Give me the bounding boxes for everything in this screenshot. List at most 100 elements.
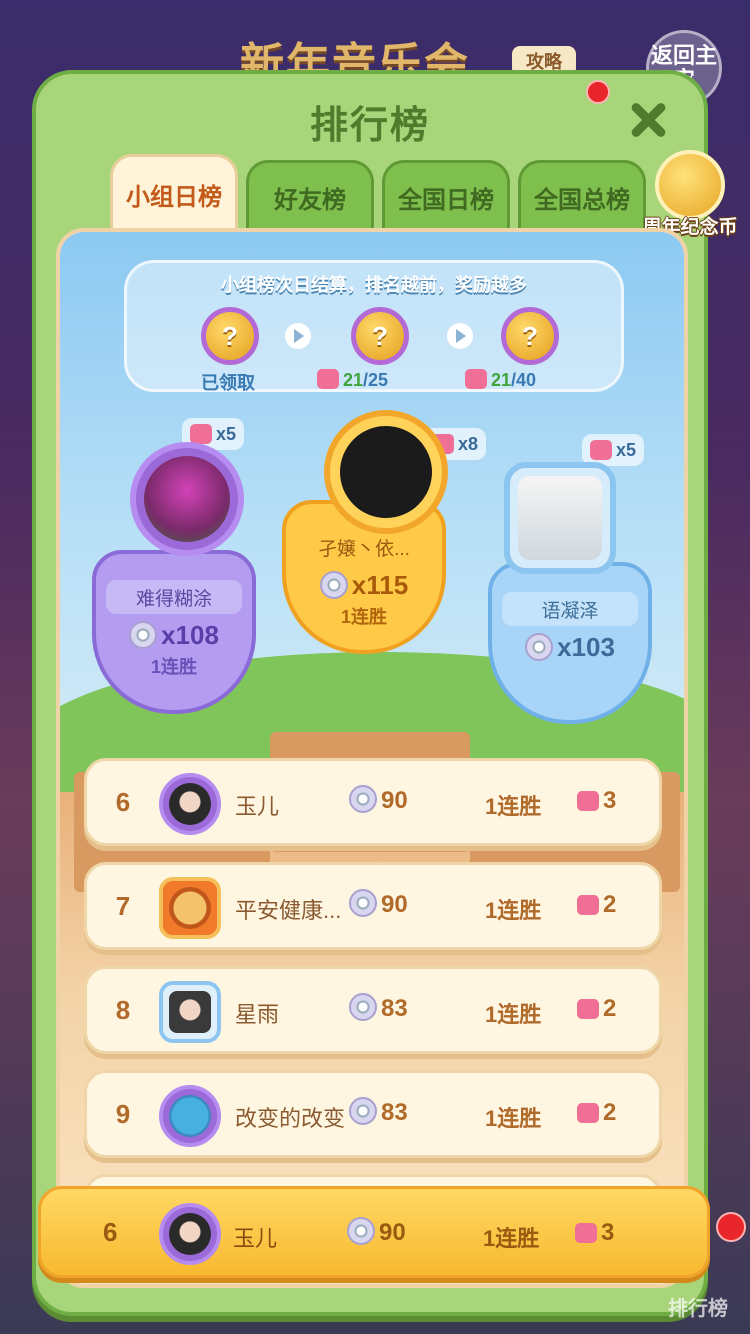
bonus-value: x5	[216, 423, 237, 444]
podium-third[interactable]: 语凝泽 x103	[488, 562, 652, 724]
podium-player-name: 孑嬢丶依...	[318, 538, 410, 560]
player-pieces: 2	[577, 891, 616, 919]
tab-national-total[interactable]: 全国总榜	[518, 160, 646, 232]
my-pieces: 3	[575, 1219, 614, 1247]
my-rank-number: 6	[103, 1217, 118, 1247]
avatar-image	[169, 991, 211, 1033]
disc-icon	[347, 1217, 375, 1245]
rank-row[interactable]: 9 改变的改变 83 1连胜 2	[84, 1070, 662, 1158]
bonus-value: x5	[616, 439, 637, 460]
puzzle-piece-icon	[317, 369, 339, 389]
score-value: x103	[557, 632, 615, 662]
score-value: 90	[381, 787, 408, 814]
avatar-image	[340, 426, 432, 518]
avatar-image	[144, 456, 230, 542]
leaderboard-panel: 小组榜次日结算，排名越前，奖励越多 ? ? ? 已领取 21/25 21/40 …	[56, 228, 688, 1288]
disc-icon	[349, 785, 377, 813]
bonus-value: x8	[458, 433, 479, 454]
player-pieces: 2	[577, 995, 616, 1023]
avatar-image	[169, 1095, 211, 1137]
reward-chest-icon[interactable]: ?	[351, 307, 409, 365]
avatar-image	[169, 783, 211, 825]
player-score: 83	[349, 993, 408, 1023]
disc-icon	[349, 1097, 377, 1125]
podium-streak: 1连胜	[150, 657, 197, 677]
player-streak: 1连胜	[485, 1106, 542, 1131]
score-value: x115	[351, 570, 409, 600]
anniversary-coin-icon	[655, 150, 725, 220]
podium-streak: 1连胜	[340, 607, 387, 627]
close-icon[interactable]	[626, 98, 670, 142]
player-name: 玉儿	[235, 794, 280, 819]
my-rank-row[interactable]: 6 玉儿 90 1连胜 3	[38, 1186, 710, 1278]
rank-number: 9	[115, 1099, 131, 1129]
player-streak: 1连胜	[485, 1002, 542, 1027]
avatar-image	[169, 887, 211, 929]
podium-score: x103	[492, 632, 648, 663]
player-name: 改变的改变	[235, 1106, 345, 1131]
arrow-right-icon	[285, 323, 311, 349]
puzzle-piece-icon	[575, 1223, 597, 1243]
reward-chest-icon[interactable]: ?	[201, 307, 259, 365]
reward-progress-2: 21/40	[465, 369, 536, 391]
podium-1-avatar[interactable]	[324, 410, 448, 534]
my-score: 90	[347, 1217, 406, 1247]
reward-progress-target: /40	[511, 370, 537, 390]
player-pieces: 3	[577, 787, 616, 815]
rank-row[interactable]: 7 平安健康... 90 1连胜 2	[84, 862, 662, 950]
notification-dot	[716, 1212, 746, 1242]
pieces-value: 2	[603, 891, 617, 918]
score-value: 90	[379, 1219, 406, 1246]
player-score: 83	[349, 1097, 408, 1127]
player-avatar	[159, 1085, 221, 1147]
reward-progress-box: 小组榜次日结算，排名越前，奖励越多 ? ? ? 已领取 21/25 21/40	[124, 260, 624, 393]
score-value: 83	[381, 995, 408, 1022]
leaderboard-tabs: 小组日榜 好友榜 全国日榜 全国总榜	[110, 154, 646, 232]
podium-2-avatar[interactable]	[130, 442, 244, 556]
puzzle-piece-icon	[577, 791, 599, 811]
rank-number: 8	[115, 995, 131, 1025]
score-value: 90	[381, 891, 408, 918]
pieces-value: 3	[601, 1219, 615, 1246]
disc-icon	[129, 621, 158, 649]
player-name: 平安健康...	[235, 898, 342, 923]
reward-progress-current: 21	[343, 370, 364, 390]
podium-second[interactable]: 难得糊涂 x108 1连胜	[92, 550, 256, 714]
anniversary-coin-button[interactable]: 周年纪念币	[640, 150, 740, 239]
reward-rule-text: 小组榜次日结算，排名越前，奖励越多	[221, 275, 527, 295]
my-name: 玉儿	[233, 1226, 278, 1251]
reward-claimed-label: 已领取	[201, 373, 255, 393]
podium-score: x115	[286, 570, 442, 601]
reward-progress-target: /25	[363, 370, 389, 390]
puzzle-piece-icon	[465, 369, 487, 389]
reward-progress-1: 21/25	[317, 369, 388, 391]
disc-icon	[349, 889, 377, 917]
rank-number: 6	[115, 787, 131, 817]
podium-player-name: 难得糊涂	[106, 580, 242, 614]
disc-icon	[349, 993, 377, 1021]
puzzle-piece-icon	[577, 1103, 599, 1123]
player-pieces: 2	[577, 1099, 616, 1127]
rank-row[interactable]: 6 玉儿 90 1连胜 3	[84, 758, 662, 846]
tab-group-daily[interactable]: 小组日榜	[110, 154, 238, 232]
player-avatar	[159, 981, 221, 1043]
rank-number: 7	[115, 891, 131, 921]
my-avatar	[159, 1203, 221, 1265]
reward-progress-current: 21	[491, 370, 512, 390]
podium-3-avatar[interactable]	[504, 462, 616, 574]
avatar-image	[169, 1213, 211, 1255]
player-score: 90	[349, 889, 408, 919]
reward-chest-icon[interactable]: ?	[501, 307, 559, 365]
player-avatar	[159, 877, 221, 939]
tab-national-daily[interactable]: 全国日榜	[382, 160, 510, 232]
side-leaderboard-label[interactable]: 排行榜	[668, 1292, 728, 1321]
player-avatar	[159, 773, 221, 835]
pieces-value: 3	[603, 787, 617, 814]
pieces-value: 2	[603, 1099, 617, 1126]
rank-row[interactable]: 8 星雨 83 1连胜 2	[84, 966, 662, 1054]
score-value: 83	[381, 1099, 408, 1126]
puzzle-piece-icon	[190, 424, 212, 444]
puzzle-piece-icon	[577, 895, 599, 915]
tab-friends[interactable]: 好友榜	[246, 160, 374, 232]
player-score: 90	[349, 785, 408, 815]
